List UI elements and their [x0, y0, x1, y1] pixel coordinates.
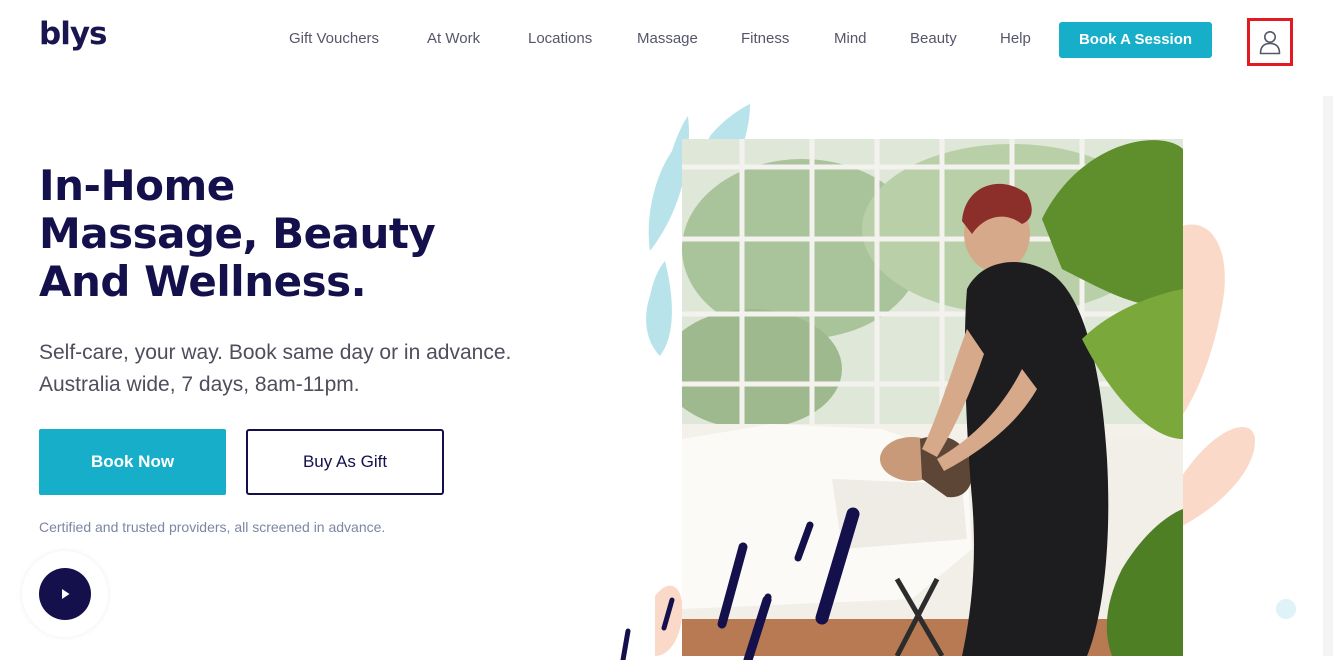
buy-as-gift-button[interactable]: Buy As Gift	[246, 429, 444, 495]
play-icon	[62, 589, 70, 599]
book-now-button[interactable]: Book Now	[39, 429, 226, 495]
brush-strokes	[620, 507, 860, 660]
nav-gift-vouchers[interactable]: Gift Vouchers	[289, 30, 379, 47]
hero-subtitle-line: Self-care, your way. Book same day or in…	[39, 341, 512, 364]
chat-widget-button[interactable]	[1276, 599, 1296, 619]
trust-note: Certified and trusted providers, all scr…	[39, 519, 386, 535]
video-play-button[interactable]	[22, 551, 108, 637]
hero-title-line: In-Home	[39, 161, 235, 210]
nav-mind[interactable]: Mind	[834, 30, 867, 47]
hero-title: In-Home Massage, Beauty And Wellness.	[39, 161, 436, 306]
book-session-button[interactable]: Book A Session	[1059, 22, 1212, 58]
hero-title-line: And Wellness.	[39, 257, 367, 306]
account-button[interactable]	[1247, 18, 1293, 66]
nav-massage[interactable]: Massage	[637, 30, 698, 47]
user-icon	[1259, 31, 1281, 55]
nav-locations[interactable]: Locations	[528, 30, 592, 47]
play-button-circle[interactable]	[39, 568, 91, 620]
hero-title-line: Massage, Beauty	[39, 209, 436, 258]
nav-fitness[interactable]: Fitness	[741, 30, 789, 47]
nav-beauty[interactable]: Beauty	[910, 30, 957, 47]
hero-subtitle: Self-care, your way. Book same day or in…	[39, 337, 511, 401]
nav-help[interactable]: Help	[1000, 30, 1031, 47]
nav-at-work[interactable]: At Work	[427, 30, 480, 47]
hero-subtitle-line: Australia wide, 7 days, 8am-11pm.	[39, 373, 360, 396]
page-scrollbar[interactable]	[1323, 96, 1333, 656]
